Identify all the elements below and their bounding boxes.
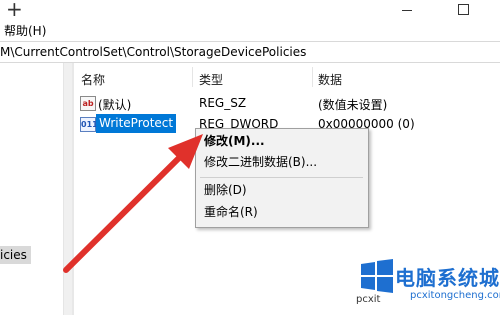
watermark-prefix: pcxit	[356, 294, 381, 305]
watermark-title: 电脑系统城	[395, 266, 500, 290]
watermark-url: pcxitongcheng.com	[410, 290, 500, 301]
watermark-logo-icon	[361, 259, 393, 293]
